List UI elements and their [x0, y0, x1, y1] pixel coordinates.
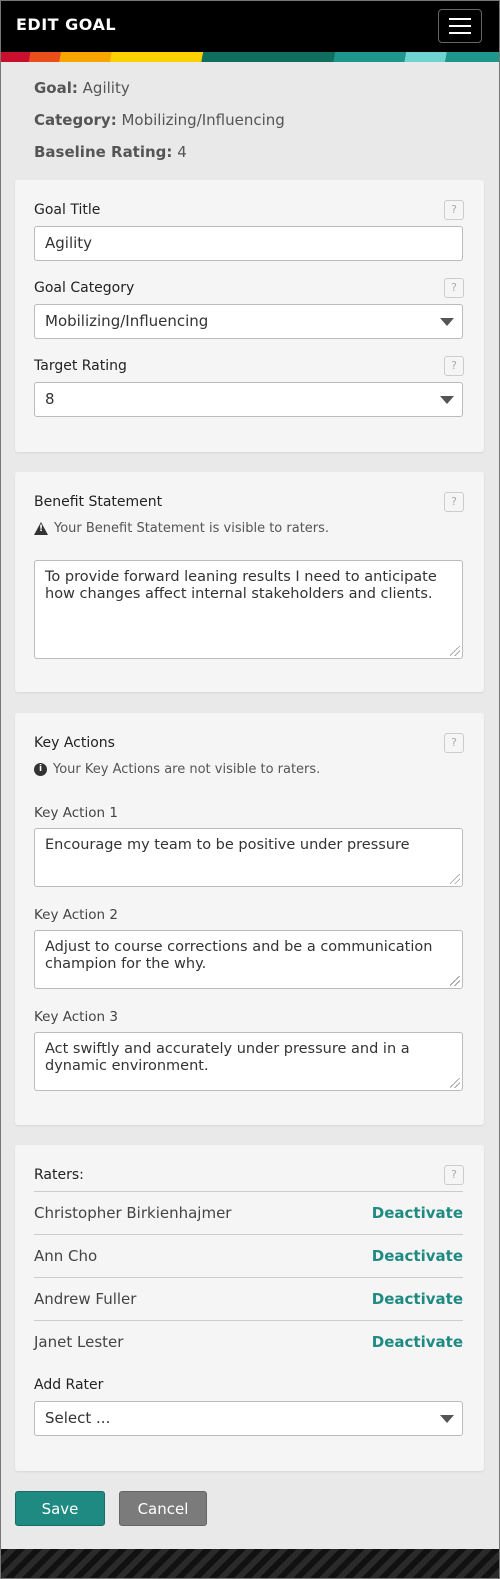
raters-card: Raters: ? Christopher Birkienhajmer Deac… — [15, 1145, 484, 1471]
target-rating-select[interactable]: 8 — [34, 382, 463, 417]
top-bar: EDIT GOAL — [0, 0, 500, 52]
help-icon[interactable]: ? — [444, 733, 464, 753]
target-rating-value: 8 — [45, 390, 55, 408]
benefit-statement-label: Benefit Statement — [34, 494, 163, 510]
deactivate-link[interactable]: Deactivate — [372, 1290, 463, 1308]
goal-title-input[interactable]: Agility — [34, 226, 463, 261]
key-action-3-textarea[interactable]: Act swiftly and accurately under pressur… — [34, 1032, 463, 1091]
add-rater-select[interactable]: Select ... — [34, 1401, 463, 1436]
key-action-2-value: Adjust to course corrections and be a co… — [45, 939, 433, 972]
goal-title-label: Goal Title — [34, 202, 101, 218]
chevron-down-icon — [440, 318, 454, 326]
rater-row: Christopher Birkienhajmer Deactivate — [34, 1191, 463, 1234]
goal-summary-label: Goal: — [34, 79, 78, 97]
page-title: EDIT GOAL — [16, 15, 117, 34]
key-actions-card: Key Actions ? i Your Key Actions are not… — [15, 713, 484, 1125]
benefit-visibility-note: Your Benefit Statement is visible to rat… — [34, 521, 329, 536]
goal-details-card: Goal Title ? Agility Goal Category ? Mob… — [15, 180, 484, 452]
key-action-1-textarea[interactable]: Encourage my team to be positive under p… — [34, 828, 463, 887]
chevron-down-icon — [440, 396, 454, 404]
benefit-statement-card: Benefit Statement ? Your Benefit Stateme… — [15, 472, 484, 692]
deactivate-link[interactable]: Deactivate — [372, 1333, 463, 1351]
goal-category-label: Goal Category — [34, 280, 135, 296]
goal-summary: Goal: Agility Category: Mobilizing/Influ… — [34, 78, 285, 174]
key-action-1-value: Encourage my team to be positive under p… — [45, 837, 410, 853]
cancel-button[interactable]: Cancel — [119, 1491, 207, 1526]
help-icon[interactable]: ? — [444, 278, 464, 298]
add-rater-label: Add Rater — [34, 1377, 104, 1393]
category-summary-label: Category: — [34, 111, 117, 129]
hamburger-menu-icon[interactable] — [438, 9, 482, 43]
warning-icon — [34, 522, 48, 535]
help-icon[interactable]: ? — [444, 1165, 464, 1185]
goal-summary-value: Agility — [82, 79, 130, 97]
resize-handle-icon[interactable] — [450, 1078, 460, 1088]
baseline-summary-label: Baseline Rating: — [34, 143, 173, 161]
help-icon[interactable]: ? — [444, 200, 464, 220]
benefit-statement-textarea[interactable]: To provide forward leaning results I nee… — [34, 560, 463, 659]
help-icon[interactable]: ? — [444, 492, 464, 512]
rater-name: Janet Lester — [34, 1333, 124, 1351]
baseline-summary-value: 4 — [177, 143, 187, 161]
key-actions-visibility-note: i Your Key Actions are not visible to ra… — [34, 762, 320, 777]
category-summary-value: Mobilizing/Influencing — [121, 111, 285, 129]
rater-row: Andrew Fuller Deactivate — [34, 1277, 463, 1320]
footer-pattern — [0, 1549, 500, 1579]
benefit-note-text: Your Benefit Statement is visible to rat… — [54, 521, 330, 536]
raters-label: Raters: — [34, 1167, 84, 1183]
key-action-1-label: Key Action 1 — [34, 805, 118, 821]
key-action-2-label: Key Action 2 — [34, 907, 118, 923]
rater-row: Ann Cho Deactivate — [34, 1234, 463, 1277]
key-actions-label: Key Actions — [34, 735, 115, 751]
rater-name: Christopher Birkienhajmer — [34, 1204, 232, 1222]
benefit-statement-value: To provide forward leaning results I nee… — [45, 569, 437, 602]
chevron-down-icon — [440, 1415, 454, 1423]
key-action-3-value: Act swiftly and accurately under pressur… — [45, 1041, 410, 1074]
resize-handle-icon[interactable] — [450, 874, 460, 884]
key-action-3-label: Key Action 3 — [34, 1009, 118, 1025]
target-rating-label: Target Rating — [34, 358, 127, 374]
deactivate-link[interactable]: Deactivate — [372, 1204, 463, 1222]
rater-row: Janet Lester Deactivate — [34, 1320, 463, 1363]
help-icon[interactable]: ? — [444, 356, 464, 376]
goal-category-value: Mobilizing/Influencing — [45, 312, 209, 330]
deactivate-link[interactable]: Deactivate — [372, 1247, 463, 1265]
resize-handle-icon[interactable] — [450, 976, 460, 986]
key-actions-note-text: Your Key Actions are not visible to rate… — [53, 762, 321, 777]
rater-name: Andrew Fuller — [34, 1290, 137, 1308]
save-button[interactable]: Save — [15, 1491, 105, 1526]
info-icon: i — [34, 763, 47, 776]
add-rater-placeholder: Select ... — [45, 1409, 111, 1427]
brand-stripe — [0, 52, 500, 62]
goal-category-select[interactable]: Mobilizing/Influencing — [34, 304, 463, 339]
key-action-2-textarea[interactable]: Adjust to course corrections and be a co… — [34, 930, 463, 989]
resize-handle-icon[interactable] — [450, 646, 460, 656]
rater-name: Ann Cho — [34, 1247, 98, 1265]
